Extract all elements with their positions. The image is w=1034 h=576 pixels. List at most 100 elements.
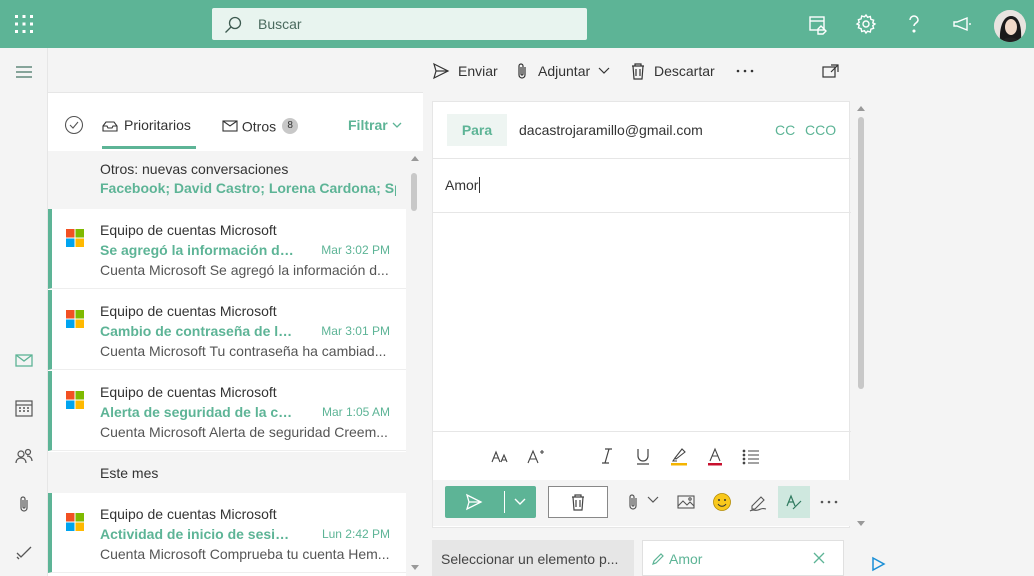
search-icon — [224, 16, 242, 34]
discard-toolbar-label: Descartar — [654, 63, 715, 79]
select-item-tab[interactable]: Seleccionar un elemento p... — [432, 540, 634, 576]
message-sender: Equipo de cuentas Microsoft — [100, 506, 277, 522]
user-avatar[interactable] — [994, 10, 1026, 42]
highlight-icon[interactable] — [669, 446, 689, 466]
message-subject: Actividad de inicio de sesión... — [100, 526, 295, 542]
message-time: Mar 3:02 PM — [321, 243, 390, 257]
message-time: Mar 1:05 AM — [321, 405, 390, 419]
app-launcher-icon[interactable] — [14, 14, 34, 34]
top-header: Buscar — [0, 0, 1034, 48]
message-subject: Cambio de contraseña de la ... — [100, 323, 295, 339]
send-toolbar-label: Enviar — [458, 63, 498, 79]
chevron-down-icon[interactable] — [514, 498, 526, 506]
divider — [433, 158, 851, 159]
emoji-icon[interactable] — [712, 492, 732, 512]
feedback-megaphone-icon[interactable] — [950, 12, 974, 36]
attach-paperclip-icon[interactable] — [623, 492, 643, 512]
message-row[interactable]: Equipo de cuentas Microsoft Cambio de co… — [48, 290, 406, 370]
send-icon — [432, 62, 450, 80]
otros-count-badge: 8 — [282, 118, 299, 135]
bullets-icon[interactable] — [741, 446, 761, 466]
close-icon[interactable] — [813, 552, 825, 564]
compose-action-bar — [433, 480, 850, 526]
month-group-header: Este mes — [48, 452, 406, 493]
microsoft-logo-icon — [66, 229, 84, 247]
my-day-icon[interactable] — [806, 12, 830, 36]
pop-out-icon[interactable] — [822, 60, 840, 82]
attach-toolbar-button[interactable]: Adjuntar — [514, 60, 610, 82]
message-list-scrollbar[interactable] — [406, 151, 423, 576]
editor-icon[interactable] — [778, 486, 810, 518]
subject-value: Amor — [445, 177, 479, 193]
message-rows: Otros: nuevas conversaciones Facebook; D… — [48, 151, 406, 576]
month-label: Este mes — [100, 465, 159, 481]
microsoft-logo-icon — [66, 310, 84, 328]
ad-choices-icon[interactable] — [870, 556, 886, 572]
bcc-button[interactable]: CCO — [805, 122, 836, 138]
trash-icon — [630, 62, 646, 80]
mail-icon[interactable] — [14, 350, 34, 370]
font-grow-icon[interactable] — [526, 446, 546, 466]
send-icon — [465, 493, 483, 511]
inbox-tabs: Prioritarios Otros 8 Filtrar — [48, 93, 423, 151]
chevron-down-icon[interactable] — [647, 496, 667, 516]
paperclip-icon — [514, 62, 530, 80]
cc-button[interactable]: CC — [775, 122, 795, 138]
scrollbar-thumb[interactable] — [858, 117, 864, 389]
select-item-label: Seleccionar un elemento p... — [441, 551, 619, 567]
send-toolbar-button[interactable]: Enviar — [432, 60, 498, 82]
tab-prioritarios[interactable]: Prioritarios — [102, 109, 196, 149]
people-icon[interactable] — [14, 446, 34, 466]
help-icon[interactable] — [902, 12, 926, 36]
send-button[interactable] — [445, 486, 536, 518]
other-conversations-group[interactable]: Otros: nuevas conversaciones Facebook; D… — [48, 151, 406, 209]
todo-check-icon[interactable] — [14, 542, 34, 562]
more-options-icon[interactable] — [820, 500, 840, 520]
compose-scrollbar[interactable] — [855, 101, 869, 528]
scrollbar-thumb[interactable] — [411, 173, 417, 211]
calendar-icon[interactable] — [14, 398, 34, 418]
message-preview: Cuenta Microsoft Tu contraseña ha cambia… — [100, 343, 387, 359]
tab-otros[interactable]: Otros 8 — [222, 117, 299, 135]
compose-toolbar: Enviar Adjuntar Descartar — [48, 48, 870, 92]
font-color-icon[interactable] — [705, 446, 725, 466]
insert-picture-icon[interactable] — [676, 492, 696, 512]
filter-button[interactable]: Filtrar — [348, 117, 402, 133]
message-preview: Cuenta Microsoft Se agregó la informació… — [100, 262, 389, 278]
search-box[interactable]: Buscar — [212, 8, 587, 40]
draft-tab-label: Amor — [669, 551, 703, 567]
message-row[interactable]: Equipo de cuentas Microsoft Se agregó la… — [48, 209, 406, 289]
to-button[interactable]: Para — [447, 114, 507, 146]
font-size-icon[interactable] — [490, 446, 510, 466]
microsoft-logo-icon — [66, 513, 84, 531]
attachments-paperclip-icon[interactable] — [14, 494, 34, 514]
hamburger-menu-icon[interactable] — [14, 62, 34, 82]
filter-label: Filtrar — [348, 117, 388, 133]
message-body-editor[interactable] — [433, 213, 851, 431]
settings-gear-icon[interactable] — [854, 12, 878, 36]
message-time: Mar 3:01 PM — [321, 324, 390, 338]
chevron-down-icon — [598, 67, 610, 75]
message-subject: Se agregó la información de... — [100, 242, 295, 258]
discard-button[interactable] — [548, 486, 608, 518]
subject-field[interactable]: Amor​ — [445, 177, 825, 199]
recipient-field[interactable]: dacastrojaramillo@gmail.com — [519, 122, 703, 138]
select-all-check-icon[interactable] — [64, 115, 84, 135]
discard-toolbar-button[interactable]: Descartar — [630, 60, 715, 82]
search-placeholder: Buscar — [258, 16, 302, 32]
more-options-icon[interactable] — [736, 60, 754, 82]
message-row[interactable]: Equipo de cuentas Microsoft Actividad de… — [48, 493, 406, 573]
formatting-toolbar — [433, 431, 851, 477]
signature-pen-icon[interactable] — [748, 492, 768, 512]
italic-icon[interactable] — [597, 446, 617, 466]
message-preview: Cuenta Microsoft Comprueba tu cuenta Hem… — [100, 546, 390, 562]
draft-tab[interactable]: Amor — [642, 540, 844, 576]
microsoft-logo-icon — [66, 391, 84, 409]
pencil-icon — [651, 552, 665, 566]
trash-icon — [570, 493, 586, 511]
underline-icon[interactable] — [633, 446, 653, 466]
message-row[interactable]: Equipo de cuentas Microsoft Alerta de se… — [48, 371, 406, 451]
message-sender: Equipo de cuentas Microsoft — [100, 384, 277, 400]
other-group-senders: Facebook; David Castro; Lorena Cardona; … — [100, 180, 396, 196]
other-inbox-icon — [222, 120, 238, 132]
